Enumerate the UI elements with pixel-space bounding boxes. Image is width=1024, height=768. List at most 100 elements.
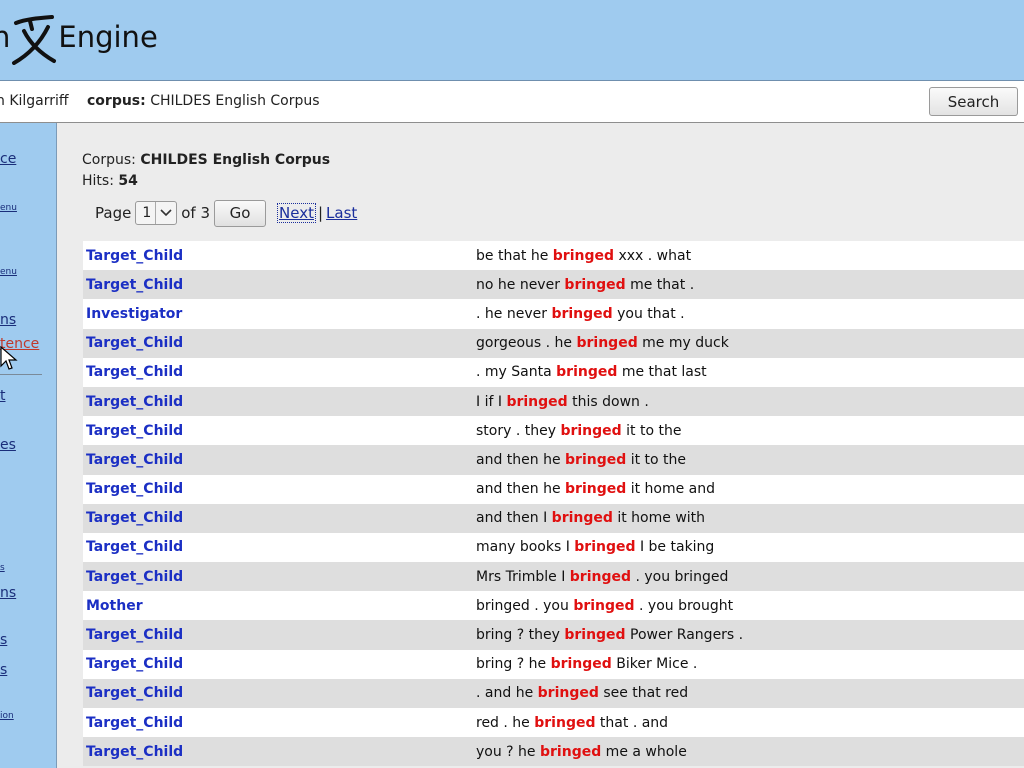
keyword: bringed [573, 597, 635, 614]
sidebar-item-samples[interactable]: es [0, 437, 16, 453]
speaker-link[interactable]: Target_Child [86, 248, 183, 264]
concordance-line[interactable]: I if I bringed this down . [476, 394, 649, 410]
speaker-link[interactable]: Target_Child [86, 364, 183, 380]
app-logo[interactable]: n Engine [0, 12, 158, 65]
right-context: it home with [612, 510, 706, 527]
corpus-info: Corpus: CHILDES English Corpus Hits: 54 [82, 150, 330, 192]
right-context: me that last [617, 364, 707, 381]
keyword: bringed [540, 743, 602, 760]
concordance-line[interactable]: many books I bringed I be taking [476, 539, 714, 555]
speaker-link[interactable]: Target_Child [86, 335, 183, 351]
go-button[interactable]: Go [214, 199, 267, 227]
right-context: Power Rangers . [625, 627, 744, 644]
table-row: Investigator . he never bringed you that … [83, 299, 1024, 329]
speaker-link[interactable]: Target_Child [86, 744, 183, 760]
mouse-cursor-icon [0, 346, 18, 370]
speaker-link[interactable]: Target_Child [86, 685, 183, 701]
keyword: bringed [551, 510, 613, 527]
sidebar: ce enu enu ns tence t es s ns s s ion [0, 123, 57, 768]
speaker-link[interactable]: Target_Child [86, 452, 183, 468]
table-row: Target_Child bring ? they bringed Power R… [83, 620, 1024, 650]
concordance-line[interactable]: no he never bringed me that . [476, 277, 694, 293]
corpus-info-label: Corpus: [82, 152, 136, 168]
right-context: see that red [598, 685, 689, 702]
page-select[interactable]: 1 [135, 201, 178, 225]
next-page-link[interactable]: Next [277, 203, 316, 223]
sidebar-item-menu-2[interactable]: enu [0, 267, 17, 277]
sidebar-item-collocations[interactable]: ns [0, 585, 16, 601]
left-context: story . they [476, 422, 561, 439]
sidebar-item-visualization[interactable]: ion [0, 711, 14, 721]
concordance-line[interactable]: and then he bringed it to the [476, 452, 686, 468]
concordance-line[interactable]: bring ? they bringed Power Rangers . [476, 627, 743, 643]
speaker-link[interactable]: Target_Child [86, 569, 183, 585]
sidebar-divider [0, 374, 42, 375]
table-row: Target_Child red . he bringed that . and [83, 708, 1024, 738]
search-button[interactable]: Search [929, 87, 1018, 116]
corpus-name: CHILDES English Corpus [150, 93, 320, 109]
sidebar-item-menu[interactable]: enu [0, 203, 17, 213]
left-context: . my Santa [476, 364, 557, 381]
logo-glyph-icon [12, 15, 57, 65]
right-context: you that . [612, 305, 685, 322]
concordance-line[interactable]: bring ? he bringed Biker Mice . [476, 656, 697, 672]
keyword: bringed [506, 393, 568, 410]
concordance-line[interactable]: red . he bringed that . and [476, 715, 668, 731]
concordance-line[interactable]: and then I bringed it home with [476, 510, 705, 526]
right-context: me that . [625, 276, 695, 293]
concordance-line[interactable]: bringed . you bringed . you brought [476, 598, 733, 614]
speaker-link[interactable]: Target_Child [86, 510, 183, 526]
pager-separator: | [317, 204, 324, 222]
left-context: no he never [476, 276, 565, 293]
right-context: that . and [595, 714, 669, 731]
speaker-link[interactable]: Target_Child [86, 656, 183, 672]
left-context: bringed . you [476, 597, 574, 614]
sidebar-item-sort[interactable]: t [0, 388, 6, 404]
page-label: Page [95, 204, 132, 222]
concordance-line[interactable]: you ? he bringed me a whole [476, 744, 687, 760]
keyword: bringed [551, 305, 613, 322]
table-row: Target_Child you ? he bringed me a whole [83, 737, 1024, 767]
chevron-down-icon [155, 202, 176, 224]
right-context: it to the [621, 422, 682, 439]
left-context: you ? he [476, 743, 540, 760]
speaker-link[interactable]: Target_Child [86, 715, 183, 731]
right-context: I be taking [635, 539, 715, 556]
sidebar-item-list[interactable]: s [0, 563, 5, 573]
concordance-line[interactable]: Mrs Trimble I bringed . you bringed [476, 569, 728, 585]
concordance-line[interactable]: be that he bringed xxx . what [476, 248, 691, 264]
hits-label: Hits: [82, 173, 114, 189]
speaker-link[interactable]: Target_Child [86, 277, 183, 293]
speaker-link[interactable]: Target_Child [86, 423, 183, 439]
speaker-link[interactable]: Target_Child [86, 481, 183, 497]
right-context: it to the [626, 451, 687, 468]
concordance-line[interactable]: . and he bringed see that red [476, 685, 688, 701]
concordance-line[interactable]: . he never bringed you that . [476, 306, 685, 322]
left-context: bring ? he [476, 656, 551, 673]
speaker-link[interactable]: Target_Child [86, 394, 183, 410]
sidebar-item-views[interactable]: s [0, 662, 7, 678]
table-row: Target_Child Mrs Trimble I bringed . you … [83, 562, 1024, 592]
concordance-line[interactable]: story . they bringed it to the [476, 423, 681, 439]
sidebar-item-options[interactable]: ns [0, 312, 16, 328]
concordance-line[interactable]: and then he bringed it home and [476, 481, 715, 497]
speaker-link[interactable]: Mother [86, 598, 143, 614]
concordance-line[interactable]: . my Santa bringed me that last [476, 364, 707, 380]
page-select-value: 1 [142, 205, 152, 221]
keyword: bringed [576, 335, 638, 352]
keyword: bringed [560, 422, 622, 439]
left-context: and then I [476, 510, 552, 527]
table-row: Target_Child and then he bringed it to th… [83, 445, 1024, 475]
speaker-link[interactable]: Target_Child [86, 539, 183, 555]
table-row: Target_Child story . they bringed it to t… [83, 416, 1024, 446]
concordance-line[interactable]: gorgeous . he bringed me my duck [476, 335, 729, 351]
speaker-link[interactable]: Target_Child [86, 627, 183, 643]
right-context: xxx . what [614, 247, 692, 264]
keyword: bringed [537, 685, 599, 702]
last-page-link[interactable]: Last [326, 204, 357, 222]
speaker-link[interactable]: Investigator [86, 306, 182, 322]
sidebar-item-save[interactable]: s [0, 632, 7, 648]
left-context: gorgeous . he [476, 335, 577, 352]
sidebar-item-concordance[interactable]: ce [0, 151, 16, 167]
table-row: Target_Child I if I bringed this down . [83, 386, 1024, 417]
